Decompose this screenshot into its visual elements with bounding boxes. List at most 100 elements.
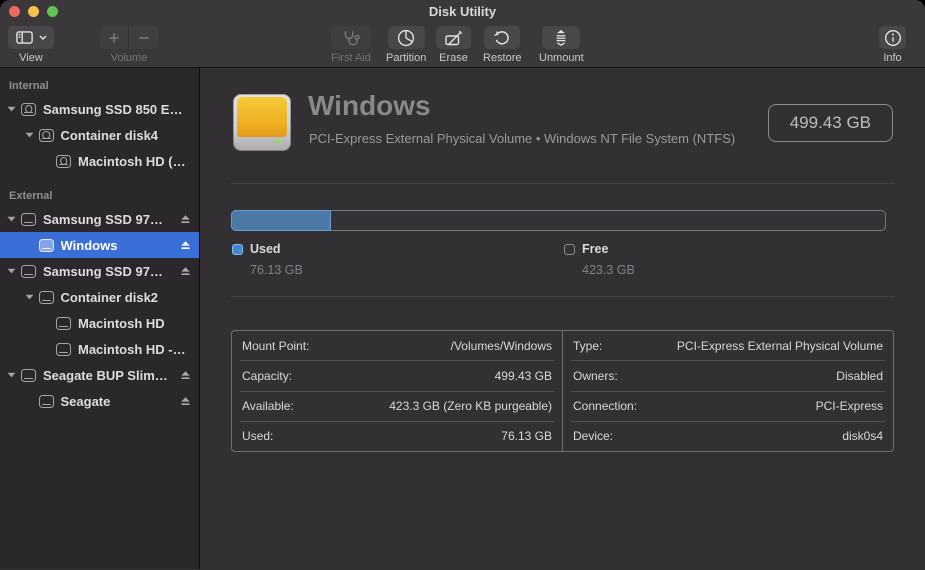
disclosure-triangle-icon[interactable] [7, 268, 21, 274]
sidebar-item-windows[interactable]: Windows [0, 232, 199, 258]
toolbar-view-group: View [8, 26, 54, 64]
sidebar-item-seagate[interactable]: Seagate [0, 388, 199, 414]
detail-label: Used: [242, 429, 273, 443]
separator [231, 296, 895, 297]
toolbar: View Volume First Aid [0, 22, 925, 68]
restore-button[interactable] [484, 26, 520, 49]
remove-volume-button[interactable] [129, 26, 158, 49]
sidebar-item-label: Seagate BUP Slim… [43, 368, 180, 383]
view-button[interactable] [8, 26, 54, 49]
volume-title: Windows [308, 90, 431, 122]
sidebar-section-header-internal: Internal [0, 76, 199, 96]
sidebar-item-label: Seagate [61, 394, 181, 409]
detail-label: Capacity: [242, 369, 292, 383]
sidebar-item-samsung-ssd-850-e[interactable]: Samsung SSD 850 E… [0, 96, 199, 122]
external-drive-icon [39, 239, 54, 252]
eject-icon[interactable] [180, 396, 199, 407]
sidebar-section-header-external: External [0, 186, 199, 206]
partition-button[interactable] [388, 26, 425, 49]
capacity-bar [231, 210, 886, 231]
used-swatch-icon [232, 244, 243, 255]
disclosure-triangle-icon[interactable] [25, 132, 39, 138]
drive-icon-top [237, 97, 287, 137]
sidebar-item-label: Container disk4 [61, 128, 200, 143]
detail-label: Owners: [573, 369, 618, 383]
add-volume-button[interactable] [100, 26, 129, 49]
sidebar-item-macintosh-hd[interactable]: Macintosh HD [0, 310, 199, 336]
zoom-button[interactable] [47, 6, 58, 17]
first-aid-label: First Aid [331, 52, 371, 64]
plus-icon [108, 32, 120, 44]
detail-label: Mount Point: [242, 339, 309, 353]
sidebar-item-label: Macintosh HD (… [78, 154, 199, 169]
info-button[interactable] [879, 26, 906, 49]
details-left-column: Mount Point:/Volumes/WindowsCapacity:499… [232, 331, 562, 451]
detail-row-available: Available: 423.3 GB (Zero KB purgeable) [232, 392, 562, 421]
close-button[interactable] [9, 6, 20, 17]
used-value: 76.13 GB [250, 263, 303, 277]
toolbar-unmount: Unmount [539, 26, 584, 64]
chevron-down-icon [39, 35, 47, 40]
eject-icon[interactable] [180, 266, 199, 277]
detail-value: PCI-Express [816, 399, 883, 413]
external-drive-icon [21, 369, 36, 382]
unmount-label: Unmount [539, 52, 584, 64]
first-aid-button[interactable] [331, 26, 371, 49]
toolbar-erase: Erase [436, 26, 471, 64]
details-table: Mount Point:/Volumes/WindowsCapacity:499… [231, 330, 894, 452]
erase-label: Erase [439, 52, 468, 64]
sidebar-item-samsung-ssd-97[interactable]: Samsung SSD 97… [0, 206, 199, 232]
detail-row-device: Device:disk0s4 [563, 422, 893, 451]
sidebar-item-container-disk2[interactable]: Container disk2 [0, 284, 199, 310]
first-aid-icon [342, 30, 361, 46]
toolbar-volume-group: Volume [100, 26, 158, 64]
external-drive-icon [39, 291, 54, 304]
detail-value: disk0s4 [842, 429, 883, 443]
disclosure-triangle-icon[interactable] [7, 372, 21, 378]
partition-label: Partition [386, 52, 426, 64]
detail-label: Available: [242, 399, 294, 413]
eject-icon[interactable] [180, 240, 199, 251]
toolbar-first-aid: First Aid [331, 26, 371, 64]
volume-label: Volume [111, 52, 148, 64]
sidebar-item-macintosh-hd[interactable]: Macintosh HD -… [0, 336, 199, 362]
free-label: Free [582, 242, 608, 256]
capacity-badge: 499.43 GB [768, 104, 893, 142]
external-drive-icon [56, 317, 71, 330]
sidebar-view-icon [16, 31, 33, 44]
toolbar-partition: Partition [386, 26, 426, 64]
erase-button[interactable] [436, 26, 471, 49]
sidebar-item-label: Samsung SSD 97… [43, 212, 180, 227]
unmount-icon [554, 29, 568, 46]
external-drive-icon [21, 265, 36, 278]
sidebar-item-label: Macintosh HD [78, 316, 199, 331]
sidebar-item-seagate-bup-slim[interactable]: Seagate BUP Slim… [0, 362, 199, 388]
disclosure-triangle-icon[interactable] [7, 216, 21, 222]
info-icon [884, 29, 902, 47]
sidebar-item-macintosh-hd[interactable]: Macintosh HD (… [0, 148, 199, 174]
detail-value: 423.3 GB (Zero KB purgeable) [389, 399, 552, 413]
detail-value: /Volumes/Windows [451, 339, 552, 353]
restore-icon [493, 29, 511, 47]
erase-icon [445, 30, 463, 46]
detail-row-used: Used:76.13 GB [232, 422, 562, 451]
sidebar-item-label: Macintosh HD -… [78, 342, 199, 357]
internal-drive-icon [21, 103, 36, 116]
disclosure-triangle-icon[interactable] [25, 294, 39, 300]
sidebar-item-samsung-ssd-97[interactable]: Samsung SSD 97… [0, 258, 199, 284]
external-drive-icon [39, 395, 54, 408]
disclosure-triangle-icon[interactable] [7, 106, 21, 112]
sidebar-item-container-disk4[interactable]: Container disk4 [0, 122, 199, 148]
unmount-button[interactable] [542, 26, 580, 49]
free-swatch-icon [564, 244, 575, 255]
legend-free: Free 423.3 GB [564, 242, 635, 277]
minimize-button[interactable] [28, 6, 39, 17]
sidebar-item-label: Container disk2 [61, 290, 200, 305]
internal-drive-icon [56, 155, 71, 168]
detail-row-owners: Owners:Disabled [563, 361, 893, 390]
drive-led-icon [275, 140, 281, 143]
eject-icon[interactable] [180, 214, 199, 225]
view-label: View [19, 52, 43, 64]
eject-icon[interactable] [180, 370, 199, 381]
separator [231, 183, 895, 184]
